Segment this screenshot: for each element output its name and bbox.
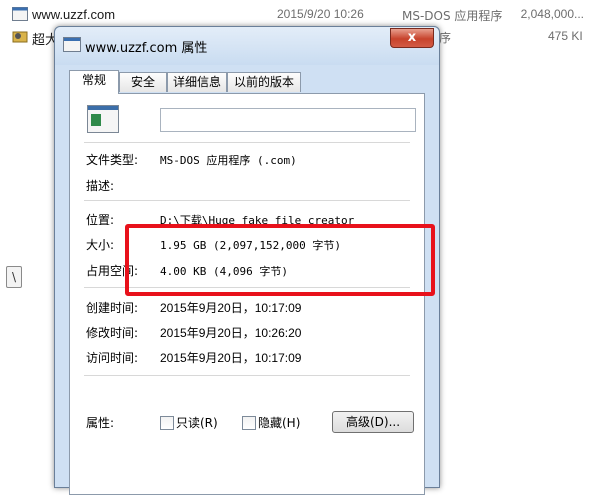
file-size: 475 KI	[548, 29, 583, 43]
created-label: 创建时间:	[86, 301, 139, 315]
window-title: www.uzzf.com 属性	[85, 41, 208, 56]
size-label: 大小:	[86, 238, 115, 252]
divider	[84, 200, 410, 201]
file-name: www.uzzf.com	[32, 7, 116, 22]
attributes-label: 属性:	[86, 416, 115, 430]
modified-label: 修改时间:	[86, 326, 139, 340]
description-label: 描述:	[86, 179, 115, 193]
divider	[84, 375, 410, 376]
readonly-checkbox[interactable]	[160, 416, 174, 430]
advanced-button[interactable]: 高级(D)...	[332, 411, 414, 433]
hidden-checkbox[interactable]	[242, 416, 256, 430]
file-date: 2015/9/20 10:26	[277, 7, 364, 21]
close-button[interactable]: x	[390, 28, 434, 48]
tab-previous-versions[interactable]: 以前的版本	[227, 72, 301, 92]
hidden-label[interactable]: 隐藏(H)	[258, 414, 300, 431]
created-value: 2015年9月20日，10:17:09	[160, 301, 302, 315]
folder-gear-icon	[12, 29, 28, 43]
left-scroll-marker: \	[6, 266, 22, 288]
accessed-value: 2015年9月20日，10:17:09	[160, 351, 302, 365]
annotation-highlight-box	[125, 224, 435, 296]
tab-details[interactable]: 详细信息	[167, 72, 227, 92]
file-type-value: MS-DOS 应用程序 (.com)	[160, 154, 297, 167]
file-type: MS-DOS 应用程序	[402, 9, 503, 23]
file-size: 2,048,000...	[520, 7, 584, 21]
tab-security[interactable]: 安全	[119, 72, 167, 92]
readonly-label[interactable]: 只读(R)	[176, 414, 218, 431]
properties-window: www.uzzf.com 属性 x 常规 安全 详细信息 以前的版本 文件类型:…	[54, 26, 440, 495]
accessed-label: 访问时间:	[86, 351, 139, 365]
file-type-partial: 序	[439, 31, 452, 45]
app-file-icon	[12, 7, 28, 21]
app-window-icon	[63, 37, 81, 52]
filename-field[interactable]	[160, 108, 416, 132]
title-bar[interactable]: www.uzzf.com 属性 x	[55, 27, 439, 65]
app-file-icon	[87, 105, 119, 133]
tab-general[interactable]: 常规	[69, 70, 119, 94]
file-row-uzzf[interactable]: www.uzzf.com 2015/9/20 10:26 MS-DOS 应用程序…	[0, 4, 590, 26]
file-type-label: 文件类型:	[86, 153, 139, 167]
divider	[84, 142, 410, 143]
modified-value: 2015年9月20日，10:26:20	[160, 326, 302, 340]
location-label: 位置:	[86, 213, 115, 227]
